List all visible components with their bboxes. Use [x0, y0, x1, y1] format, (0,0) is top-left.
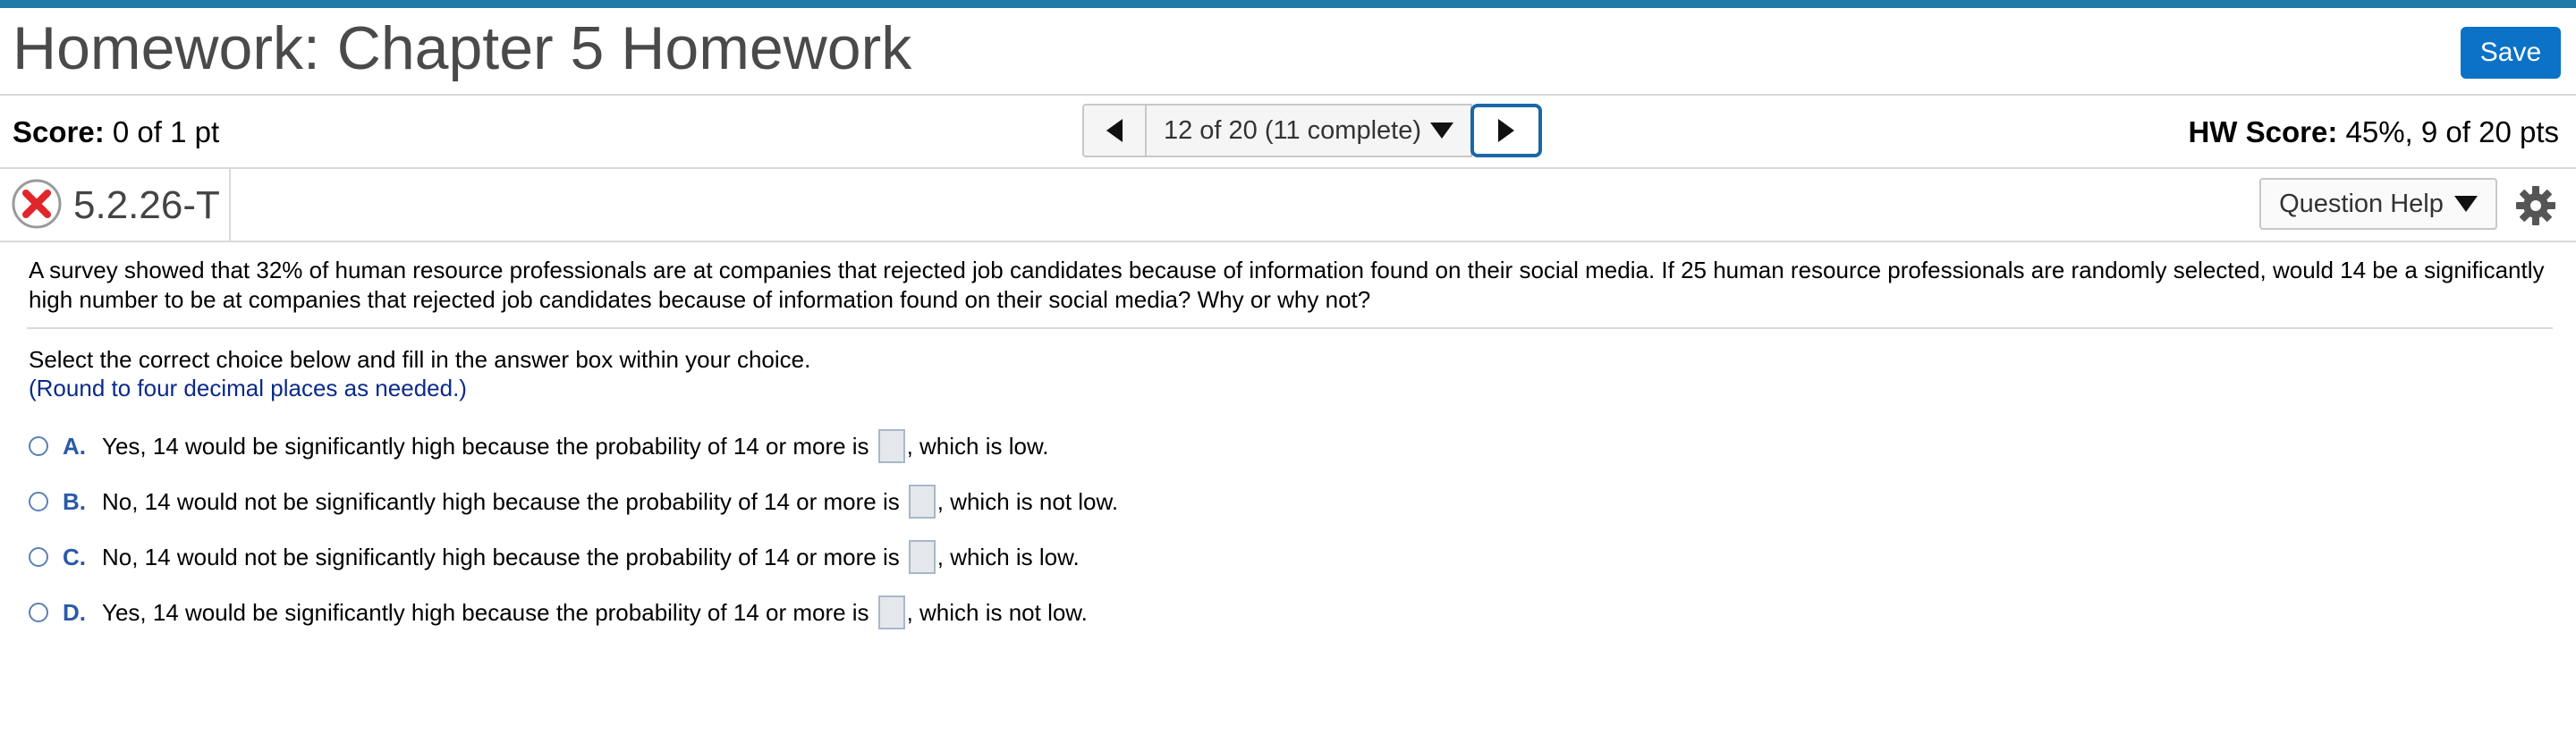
choice-letter: B.	[63, 487, 86, 515]
save-button[interactable]: Save	[2461, 27, 2561, 79]
caret-down-icon	[2453, 196, 2478, 212]
question-help-button[interactable]: Question Help	[2259, 178, 2497, 230]
question-select-dropdown[interactable]: 12 of 20 (11 complete)	[1145, 104, 1472, 157]
choice-a[interactable]: A. Yes, 14 would be significantly high b…	[29, 418, 2551, 474]
answer-choices: A. Yes, 14 would be significantly high b…	[29, 418, 2551, 640]
choice-text-suffix: , which is not low.	[936, 487, 1119, 515]
choice-c[interactable]: C. No, 14 would not be significantly hig…	[29, 529, 2551, 585]
hw-score: HW Score: 45%, 9 of 20 pts	[2188, 115, 2559, 149]
choice-text: No, 14 would not be significantly high b…	[102, 487, 900, 515]
choice-a-radio[interactable]	[29, 436, 48, 456]
answer-input-box[interactable]	[877, 429, 905, 463]
question-id: 5.2.26-T	[73, 183, 220, 227]
choice-d[interactable]: D. Yes, 14 would be significantly high b…	[29, 585, 2551, 640]
hw-score-value: 45%, 9 of 20 pts	[2345, 115, 2560, 148]
score-bar: Score: 0 of 1 pt 12 of 20 (11 complete) …	[0, 96, 2576, 169]
choice-text-suffix: , which is not low.	[906, 598, 1088, 626]
question-content: A survey showed that 32% of human resour…	[27, 256, 2553, 640]
choice-text-suffix: , which is low.	[906, 432, 1049, 460]
top-accent-bar	[0, 0, 2576, 8]
question-prompt: A survey showed that 32% of human resour…	[29, 257, 2545, 313]
page-title: Homework: Chapter 5 Homework	[13, 14, 912, 82]
caret-down-icon	[1430, 122, 1454, 139]
choice-text-suffix: , which is low.	[936, 543, 1080, 570]
question-help-label: Question Help	[2279, 189, 2444, 218]
choice-d-radio[interactable]	[29, 603, 48, 622]
answer-input-box[interactable]	[877, 595, 905, 629]
gear-icon[interactable]	[2515, 185, 2556, 226]
choice-letter: C.	[63, 543, 86, 570]
arrow-right-icon	[1498, 119, 1514, 142]
next-question-button[interactable]	[1470, 104, 1542, 157]
choice-text: Yes, 14 would be significantly high beca…	[102, 598, 869, 626]
answer-input-box[interactable]	[908, 485, 936, 519]
page-header: Homework: Chapter 5 Homework Save	[0, 8, 2576, 96]
score-value: 0 of 1 pt	[112, 115, 220, 148]
choice-text: Yes, 14 would be significantly high beca…	[102, 432, 869, 460]
arrow-left-icon	[1106, 119, 1123, 142]
choice-letter: A.	[63, 432, 86, 460]
hw-score-label: HW Score:	[2188, 115, 2338, 148]
choice-text: No, 14 would not be significantly high b…	[102, 543, 900, 570]
x-circle-icon	[12, 179, 62, 229]
question-header-bar: 5.2.26-T Question Help	[0, 169, 2576, 242]
choice-letter: D.	[63, 598, 86, 626]
answer-input-box[interactable]	[908, 540, 936, 574]
question-position-text: 12 of 20 (11 complete)	[1163, 115, 1422, 145]
divider	[229, 169, 231, 241]
previous-question-button[interactable]	[1082, 104, 1145, 157]
score-label: Score:	[13, 115, 105, 148]
choice-b-radio[interactable]	[29, 492, 48, 511]
rounding-hint: (Round to four decimal places as needed.…	[29, 375, 467, 401]
question-navigator: 12 of 20 (11 complete)	[1082, 104, 1542, 157]
divider	[27, 327, 2553, 329]
question-instruction: Select the correct choice below and fill…	[29, 346, 811, 373]
choice-b[interactable]: B. No, 14 would not be significantly hig…	[29, 474, 2551, 529]
question-score: Score: 0 of 1 pt	[13, 115, 219, 149]
choice-c-radio[interactable]	[29, 547, 48, 567]
